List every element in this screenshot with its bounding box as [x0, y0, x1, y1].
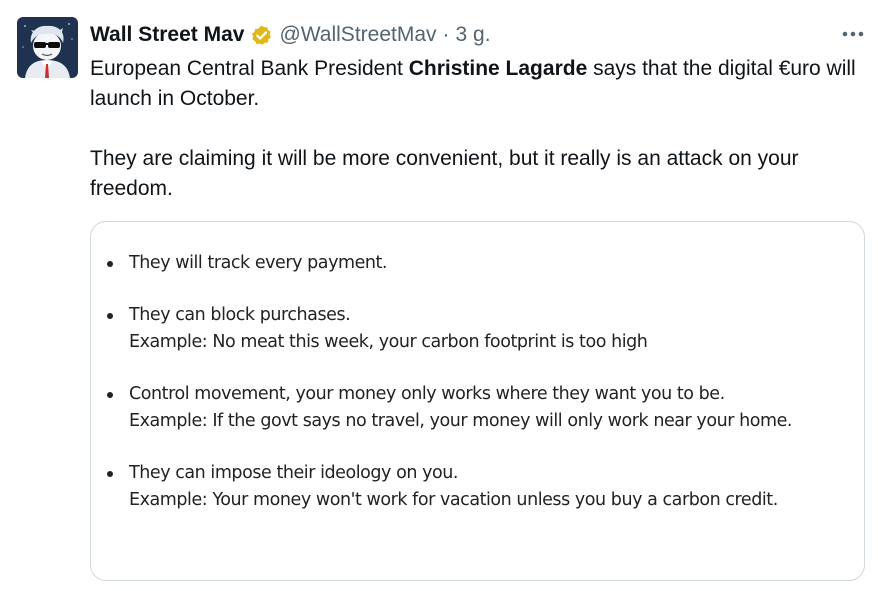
tweet-text-part: European Central Bank President — [90, 57, 409, 80]
tweet-paragraph-2: They are claiming it will be more conven… — [90, 147, 799, 200]
tweet-text: European Central Bank President Christin… — [90, 54, 860, 204]
list-item: They will track every payment. — [105, 250, 792, 277]
verified-badge-icon — [250, 24, 273, 47]
list-item-line: They can block purchases. — [129, 305, 351, 325]
media-bullet-list: They will track every payment. They can … — [105, 250, 792, 539]
avatar[interactable] — [17, 17, 78, 78]
separator-dot: · — [442, 23, 450, 46]
tweet-text-bold-name: Christine Lagarde — [408, 57, 588, 80]
list-item: They can block purchases. Example: No me… — [105, 302, 792, 356]
list-item-line: They can impose their ideology on you. — [129, 463, 458, 483]
media-image[interactable]: They will track every payment. They can … — [90, 221, 865, 581]
display-name[interactable]: Wall Street Mav — [90, 23, 244, 47]
tweet[interactable]: Wall Street Mav @WallStreetMav · 3 g. Eu… — [0, 0, 878, 591]
avatar-image — [17, 17, 78, 78]
list-item: Control movement, your money only works … — [105, 381, 792, 435]
tweet-header: Wall Street Mav @WallStreetMav · 3 g. — [90, 19, 491, 51]
list-item-line: Control movement, your money only works … — [129, 384, 725, 404]
more-horizontal-icon[interactable] — [836, 24, 870, 44]
timestamp[interactable]: 3 g. — [456, 23, 491, 47]
list-item-example: Example: No meat this week, your carbon … — [129, 332, 648, 352]
list-item: They can impose their ideology on you. E… — [105, 460, 792, 514]
list-item-line: They will track every payment. — [129, 253, 388, 273]
list-item-example: Example: Your money won't work for vacat… — [129, 490, 778, 510]
handle[interactable]: @WallStreetMav — [279, 23, 436, 47]
tweet-paragraph-1: European Central Bank President Christin… — [90, 54, 860, 114]
list-item-example: Example: If the govt says no travel, you… — [129, 411, 792, 431]
